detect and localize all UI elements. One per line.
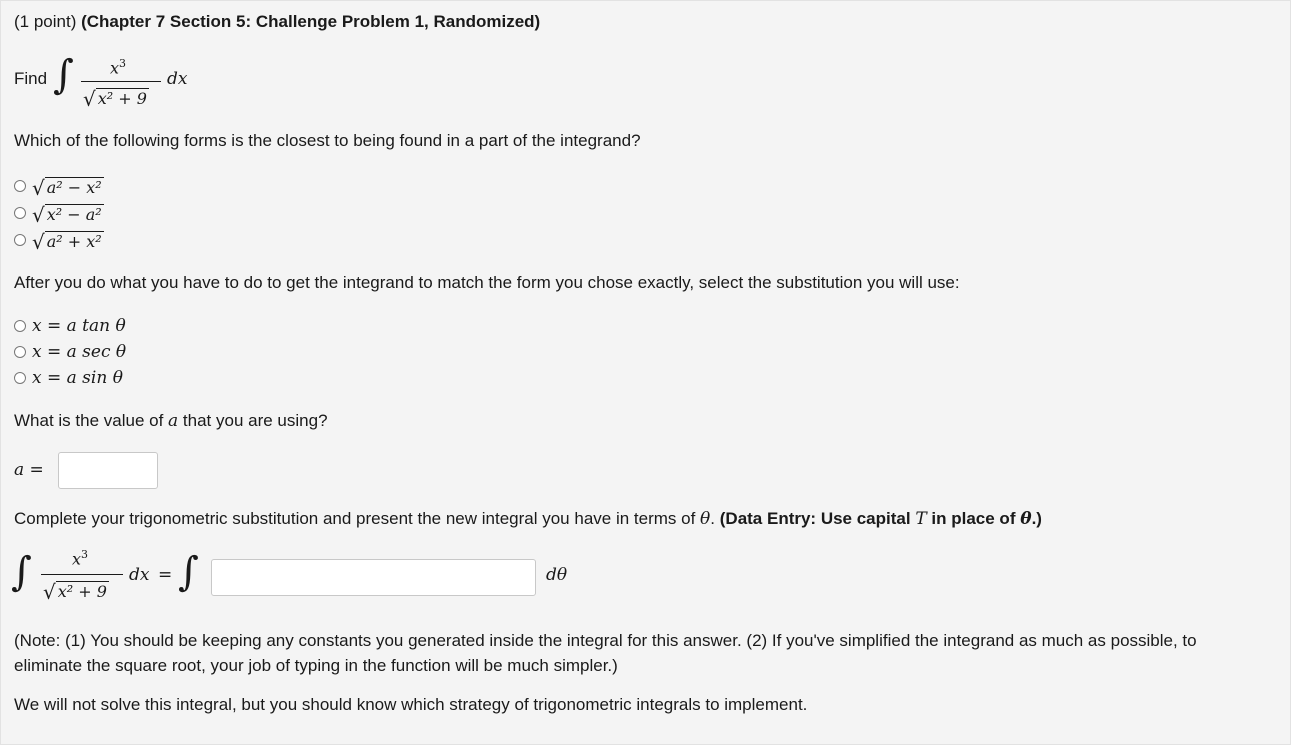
- problem-title: (Chapter 7 Section 5: Challenge Problem …: [81, 12, 541, 31]
- q3-text: What is the value of a that you are usin…: [14, 411, 328, 431]
- lhs-fraction-bar: [41, 574, 123, 575]
- q1-option-2-label: x² − a²: [44, 204, 104, 224]
- lhs-numerator: x3: [72, 548, 89, 569]
- q2-option-3[interactable]: x = a sin θ: [14, 368, 123, 388]
- lhs-denominator: √ x² + 9: [43, 580, 109, 604]
- note-text: (Note: (1) You should be keeping any con…: [14, 631, 1197, 675]
- radio-button[interactable]: [14, 180, 26, 192]
- radio-button[interactable]: [14, 320, 26, 332]
- integrand-numerator: x3: [110, 57, 127, 78]
- lhs-dx: dx: [129, 565, 150, 585]
- radio-button[interactable]: [14, 234, 26, 246]
- radio-button[interactable]: [14, 207, 26, 219]
- q1-text: Which of the following forms is the clos…: [14, 131, 641, 150]
- q1-option-1-label: a² − x²: [44, 177, 104, 197]
- q1-option-2[interactable]: √ x² − a²: [14, 201, 104, 227]
- integral-sign: ∫: [53, 52, 74, 98]
- rhs-integral-sign: ∫: [178, 549, 199, 595]
- q2-option-2[interactable]: x = a sec θ: [14, 342, 126, 362]
- integrand-denominator: √ x² + 9: [83, 87, 149, 111]
- q1-option-1[interactable]: √ a² − x²: [14, 174, 104, 200]
- radio-button[interactable]: [14, 346, 26, 358]
- a-value-input[interactable]: [58, 452, 158, 489]
- q1-option-3-label: a² + x²: [44, 231, 104, 251]
- points-label: (1 point): [14, 12, 77, 31]
- a-equals-label: a =: [14, 460, 44, 480]
- q2-text: After you do what you have to do to get …: [14, 273, 960, 292]
- fraction-bar: [81, 81, 161, 82]
- problem-panel: (1 point) (Chapter 7 Section 5: Challeng…: [0, 0, 1291, 745]
- find-label: Find: [14, 69, 48, 88]
- q1-option-3[interactable]: √ a² + x²: [14, 228, 104, 254]
- q4-text: Complete your trigonometric substitution…: [14, 509, 1042, 529]
- equals-sign: =: [158, 565, 173, 585]
- q2-option-1[interactable]: x = a tan θ: [14, 316, 126, 336]
- lhs-integral-sign: ∫: [11, 549, 32, 595]
- q2-option-3-label: x = a sin θ: [32, 368, 123, 388]
- integral-answer-input[interactable]: [211, 559, 536, 596]
- q2-option-1-label: x = a tan θ: [32, 316, 126, 336]
- dx-label: dx: [167, 69, 188, 89]
- dtheta-label: dθ: [546, 565, 568, 585]
- q2-option-2-label: x = a sec θ: [32, 342, 127, 362]
- closing-text: We will not solve this integral, but you…: [14, 695, 808, 714]
- radio-button[interactable]: [14, 372, 26, 384]
- problem-header: (1 point) (Chapter 7 Section 5: Challeng…: [14, 12, 540, 32]
